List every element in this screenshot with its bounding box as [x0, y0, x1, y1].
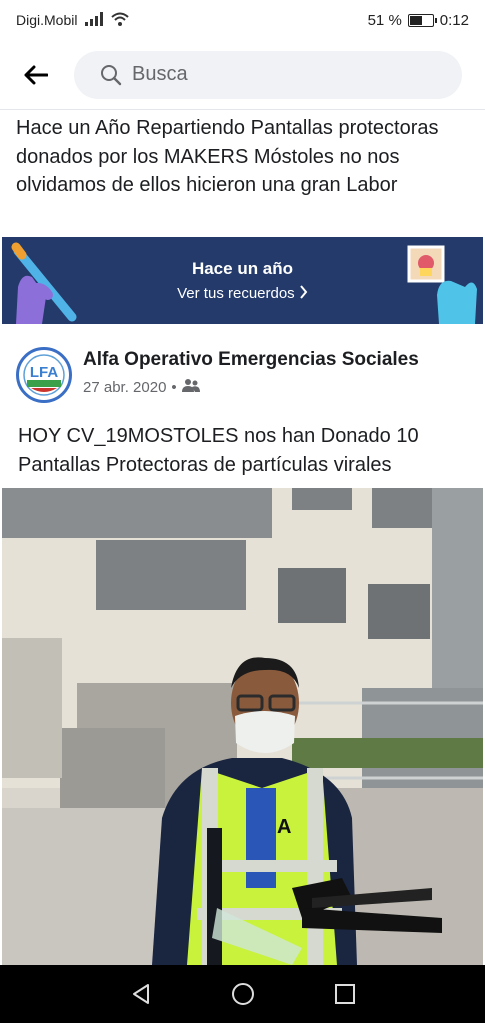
post-photo[interactable]: A — [2, 488, 483, 965]
wifi-icon — [111, 12, 130, 29]
battery-level — [409, 15, 423, 25]
battery-percent: 51 % — [367, 11, 402, 29]
post-text: HOY CV_19MOSTOLES nos han Donado 10 Pant… — [18, 425, 419, 476]
post-date[interactable]: 27 abr. 2020 — [83, 379, 166, 396]
signal-icon — [85, 11, 104, 29]
avatar[interactable]: LFA — [16, 347, 72, 403]
nav-home-button[interactable] — [228, 979, 258, 1009]
post-author[interactable]: Alfa Operativo Emergencias Sociales — [83, 349, 419, 371]
search-input[interactable] — [132, 63, 392, 86]
status-bar: Digi.Mobil 51 % 0:12 — [0, 0, 485, 40]
clock: 0:12 — [439, 11, 469, 29]
nav-back-button[interactable] — [126, 979, 156, 1009]
carrier-label: Digi.Mobil — [16, 12, 78, 28]
pen-hand-icon — [11, 242, 77, 324]
share-text: Hace un Año Repartiendo Pantallas protec… — [16, 117, 439, 196]
arrow-left-icon — [24, 65, 48, 84]
battery-icon — [407, 13, 437, 27]
nav-recents-button[interactable] — [330, 979, 360, 1009]
photo-scene: A — [2, 488, 483, 965]
memories-link-label: Ver tus recuerdos — [177, 285, 295, 302]
group-icon — [181, 378, 200, 396]
recents-square-icon — [334, 984, 355, 1004]
home-circle-icon — [231, 983, 254, 1005]
search-icon — [101, 64, 122, 85]
post-meta: 27 abr. 2020 • — [83, 378, 200, 396]
post-header: LFA Alfa Operativo Emergencias Sociales … — [16, 339, 476, 409]
search-box[interactable] — [74, 50, 462, 99]
search-header — [0, 40, 485, 110]
meta-separator: • — [171, 378, 177, 396]
memories-banner[interactable]: Hace un año Ver tus recuerdos — [2, 237, 483, 324]
system-nav-bar — [0, 965, 485, 1023]
back-button[interactable] — [14, 53, 58, 97]
chevron-right-icon — [299, 285, 308, 302]
vest-logo: A — [277, 816, 291, 838]
back-triangle-icon — [132, 984, 149, 1004]
avatar-label: LFA — [29, 364, 59, 381]
photo-hand-icon — [407, 245, 477, 324]
